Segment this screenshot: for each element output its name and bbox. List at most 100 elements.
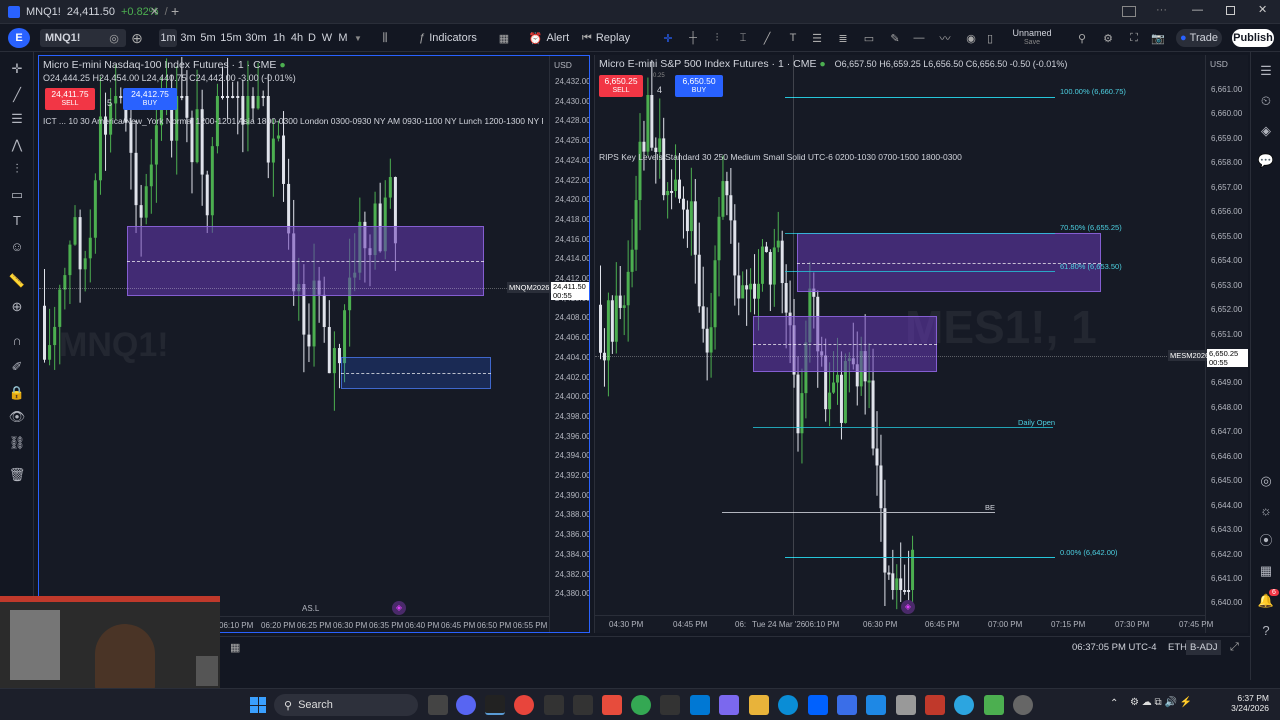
lines-icon[interactable]: ☰ [810,29,824,47]
multi-lines-icon[interactable]: ≣ [836,29,850,47]
app-icon-3[interactable] [660,695,680,715]
telegram-icon[interactable] [954,695,974,715]
app-icon-4[interactable] [690,695,710,715]
sidebar-toggle-icon[interactable]: ▯ [984,29,996,47]
layout-menu[interactable]: Unnamed Save [1002,29,1062,47]
interval-3m[interactable]: 3m [180,29,196,47]
app-icon-1[interactable] [544,695,564,715]
notion-icon[interactable] [573,695,593,715]
more-icon[interactable]: ··· [1156,4,1167,16]
task-view-icon[interactable] [428,695,448,715]
new-tab-icon[interactable]: + [171,3,179,19]
discord-icon[interactable] [456,695,476,715]
parallel-channel-icon[interactable]: ⫶ [710,29,724,47]
adjustment-toggle[interactable]: B-ADJ [1186,640,1222,655]
session-toggle[interactable]: ETH [1168,642,1187,653]
chat-icon[interactable]: 💬 [1257,152,1275,170]
interval-30m[interactable]: 30m [245,29,266,47]
buy-button[interactable]: 24,412.75 BUY [123,88,177,110]
text-tool-left-icon[interactable]: T [8,212,26,230]
app-icon-6[interactable] [896,695,916,715]
vertical-line-icon[interactable]: ┼ [686,29,700,47]
ruler-icon[interactable]: 📏 [8,272,26,290]
buy-button-right[interactable]: 6,650.50 BUY [675,75,723,97]
fullscreen-icon[interactable]: ⛶ [1126,29,1142,47]
settings-app-icon[interactable] [1013,695,1033,715]
be-line[interactable] [722,512,995,513]
status-time[interactable]: 06:37:05 PM UTC-4 [1072,642,1156,653]
camera-icon[interactable]: 📷 [1150,29,1166,47]
horizontal-ray-icon[interactable]: — [912,29,926,47]
daily-open-line[interactable] [753,427,1053,428]
streams-icon[interactable]: ⦿ [1257,532,1275,550]
zoom-icon[interactable]: ⊕ [8,298,26,316]
chart-pane-sp500[interactable]: MES1!, 1 100.00% (6,660.75) 70.50% (6,65… [594,55,1248,633]
chrome-alt-icon[interactable] [631,695,651,715]
start-icon[interactable] [250,697,266,713]
calendar-icon[interactable]: ▦ [1257,562,1275,580]
fib-icon[interactable]: ⌶ [736,29,750,47]
sell-button-right[interactable]: 6,650.25 SELL [599,75,643,97]
copilot-icon[interactable] [719,695,739,715]
indicators-button[interactable]: ƒ Indicators [408,29,488,47]
path-icon[interactable]: 〰 [938,29,952,47]
help-icon[interactable]: ? [1257,622,1275,640]
fib-tool-icon[interactable]: ☰ [8,110,26,128]
pattern-tool-icon[interactable]: ⋀ [8,136,26,154]
prediction-tool-icon[interactable]: ⫶ [8,160,26,178]
interval-m[interactable]: M [337,29,349,47]
trash-icon[interactable]: 🗑 [8,466,26,484]
rectangle-icon[interactable]: ▭ [862,29,876,47]
eye-icon[interactable]: 👁 [8,408,26,426]
calendar-range-icon[interactable]: ▦ [230,641,240,654]
price-axis[interactable]: USD 24,432.00 24,430.00 24,428.00 24,426.00… [549,56,589,632]
app-icon-2[interactable] [602,695,622,715]
cursor-icon[interactable]: ✛ [8,60,26,78]
shape-tool-icon[interactable]: ▭ [8,186,26,204]
chart-type-icon[interactable]: ⫼ [377,29,393,47]
symbol-compare-icon[interactable]: ◎ [108,29,120,47]
interval-w[interactable]: W [321,29,333,47]
tray-chevron-icon[interactable]: ⌃ [1110,698,1118,709]
price-axis-right[interactable]: USD 6,661.00 6,660.00 6,659.00 6,658.00 6,65… [1205,55,1248,633]
crosshair-icon[interactable]: ✛ [660,29,676,47]
maximize-icon[interactable] [1226,6,1235,15]
edge-icon[interactable] [778,695,798,715]
alerts-clock-icon[interactable]: ⏲ [1257,92,1275,110]
interval-5m[interactable]: 5m [200,29,216,47]
indicator-legend[interactable]: ICT ... 10 30 America/New_York Normal 12… [43,116,543,126]
target-icon[interactable]: ◎ [1257,472,1275,490]
emoji-tool-icon[interactable]: ☺ [8,238,26,256]
currency-select[interactable]: USD [554,60,572,70]
app-icon-5[interactable] [837,695,857,715]
alert-button[interactable]: ⏰ Alert [526,29,572,47]
interval-dropdown-icon[interactable]: ▼ [353,29,363,47]
lock-icon[interactable]: 🔒 [8,384,26,402]
app-icon-8[interactable] [984,695,1004,715]
currency-select-right[interactable]: USD [1210,59,1228,69]
chart-title-right[interactable]: Micro E-mini S&P 500 Index Futures · 1 ·… [599,58,1067,70]
chart-pane-nasdaq[interactable]: MNQ1! AS.L ◈ Micro E-mini Nasdaq-100 Ind… [38,55,590,633]
magnet-icon[interactable]: ∩ [8,332,26,350]
fib-100-line[interactable] [785,97,1055,98]
sell-button[interactable]: 24,411.75 SELL [45,88,95,110]
trend-line-icon[interactable]: ╱ [760,29,774,47]
fib-705-line[interactable] [785,233,1055,234]
app-icon-7[interactable] [925,695,945,715]
settings-icon[interactable]: ⚙ [1100,29,1116,47]
taskbar-clock[interactable]: 6:37 PM 3/24/2026 [1225,693,1269,713]
expand-icon[interactable]: ⤢ [1230,641,1239,654]
outlook-icon[interactable] [866,695,886,715]
minimize-icon[interactable]: — [1192,4,1203,16]
file-explorer-icon[interactable] [749,695,769,715]
taskbar-search[interactable]: ⚲ Search [274,694,418,716]
screen-icon[interactable] [1122,6,1136,17]
trendline-tool-icon[interactable]: ╱ [8,86,26,104]
interval-1m[interactable]: 1m [159,29,177,47]
publish-button[interactable]: Publish [1232,29,1274,47]
trade-button[interactable]: ● Trade [1176,29,1222,47]
ideas-icon[interactable]: ☼ [1257,502,1275,520]
interval-15m[interactable]: 15m [220,29,241,47]
fib-0-line[interactable] [785,557,1055,558]
user-avatar[interactable]: E [8,28,30,48]
